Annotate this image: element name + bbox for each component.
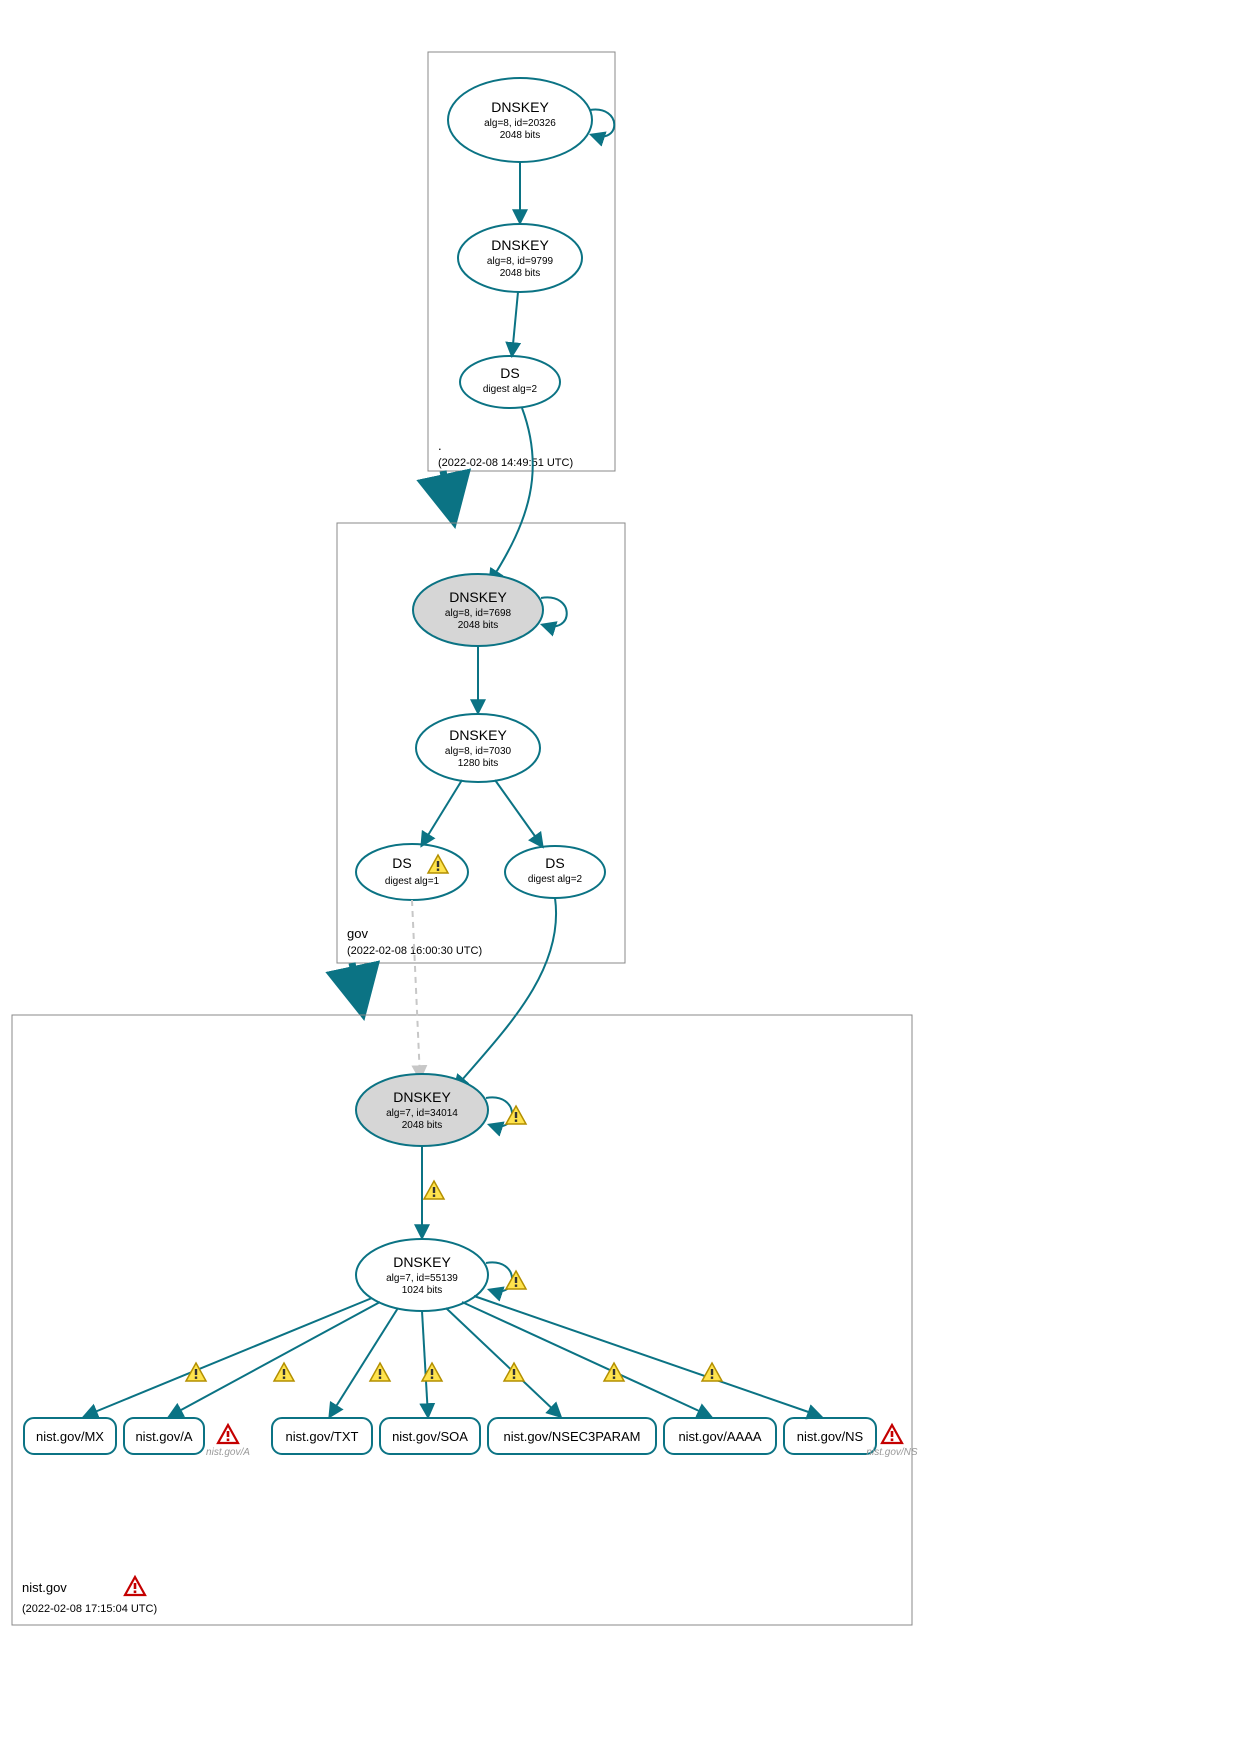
zone-gov-label: gov bbox=[347, 926, 368, 941]
svg-text:2048 bits: 2048 bits bbox=[402, 1120, 443, 1131]
node-gov-ds2[interactable]: DS digest alg=2 bbox=[505, 846, 605, 898]
svg-text:DNSKEY: DNSKEY bbox=[393, 1089, 451, 1105]
ghost-a: nist.gov/A bbox=[206, 1447, 250, 1458]
error-icon bbox=[218, 1425, 238, 1443]
svg-text:1280 bits: 1280 bits bbox=[458, 758, 499, 769]
leaf-ns[interactable]: nist.gov/NS bbox=[784, 1418, 876, 1454]
zone-nist: nist.gov (2022-02-08 17:15:04 UTC) DNSKE… bbox=[12, 898, 918, 1625]
svg-text:DS: DS bbox=[545, 855, 564, 871]
svg-text:DNSKEY: DNSKEY bbox=[491, 99, 549, 115]
leaf-nsec3param[interactable]: nist.gov/NSEC3PARAM bbox=[488, 1418, 656, 1454]
node-gov-zsk[interactable]: DNSKEY alg=8, id=7030 1280 bits bbox=[416, 714, 540, 782]
edge-gov-ds1-to-nist-ksk-insecure bbox=[412, 900, 420, 1078]
edge-gov-zsk-ds1 bbox=[422, 780, 462, 845]
svg-text:alg=7, id=34014: alg=7, id=34014 bbox=[386, 1108, 458, 1119]
leaf-soa[interactable]: nist.gov/SOA bbox=[380, 1418, 480, 1454]
edge-zsk-mx bbox=[85, 1298, 372, 1416]
zone-nist-time: (2022-02-08 17:15:04 UTC) bbox=[22, 1603, 157, 1615]
zone-root-label: . bbox=[438, 438, 442, 453]
node-root-ds[interactable]: DS digest alg=2 bbox=[460, 356, 560, 408]
ghost-ns: nist.gov/NS bbox=[866, 1447, 917, 1458]
node-nist-ksk[interactable]: DNSKEY alg=7, id=34014 2048 bits bbox=[356, 1074, 488, 1146]
svg-text:DS: DS bbox=[500, 365, 519, 381]
svg-text:DS: DS bbox=[392, 855, 411, 871]
svg-text:digest alg=2: digest alg=2 bbox=[528, 874, 583, 885]
warning-icon bbox=[702, 1363, 722, 1381]
svg-text:alg=8, id=9799: alg=8, id=9799 bbox=[487, 256, 554, 267]
warning-icon bbox=[506, 1271, 526, 1289]
svg-text:DNSKEY: DNSKEY bbox=[449, 589, 507, 605]
node-root-ksk[interactable]: DNSKEY alg=8, id=20326 2048 bits bbox=[448, 78, 592, 162]
edge-zsk-ns bbox=[474, 1296, 820, 1416]
node-nist-zsk[interactable]: DNSKEY alg=7, id=55139 1024 bits bbox=[356, 1239, 488, 1311]
error-icon bbox=[125, 1577, 145, 1595]
svg-text:alg=8, id=7030: alg=8, id=7030 bbox=[445, 746, 512, 757]
svg-text:alg=8, id=7698: alg=8, id=7698 bbox=[445, 608, 512, 619]
svg-text:nist.gov/A: nist.gov/A bbox=[135, 1429, 192, 1444]
svg-text:alg=8, id=20326: alg=8, id=20326 bbox=[484, 118, 556, 129]
svg-text:nist.gov/NS: nist.gov/NS bbox=[797, 1429, 864, 1444]
svg-text:DNSKEY: DNSKEY bbox=[449, 727, 507, 743]
warning-icon bbox=[370, 1363, 390, 1381]
svg-text:nist.gov/MX: nist.gov/MX bbox=[36, 1429, 104, 1444]
edge-root-zsk-ds bbox=[512, 292, 518, 355]
edge-zsk-a bbox=[170, 1302, 380, 1416]
svg-text:nist.gov/NSEC3PARAM: nist.gov/NSEC3PARAM bbox=[503, 1429, 640, 1444]
svg-text:alg=7, id=55139: alg=7, id=55139 bbox=[386, 1273, 458, 1284]
warning-icon bbox=[506, 1106, 526, 1124]
leaf-mx[interactable]: nist.gov/MX bbox=[24, 1418, 116, 1454]
svg-text:2048 bits: 2048 bits bbox=[500, 268, 541, 279]
zone-gov: gov (2022-02-08 16:00:30 UTC) DNSKEY alg… bbox=[337, 408, 625, 963]
svg-text:DNSKEY: DNSKEY bbox=[491, 237, 549, 253]
edge-root-ds-to-gov-ksk bbox=[490, 408, 533, 582]
node-root-zsk[interactable]: DNSKEY alg=8, id=9799 2048 bits bbox=[458, 224, 582, 292]
svg-text:nist.gov/TXT: nist.gov/TXT bbox=[286, 1429, 359, 1444]
zone-root: . (2022-02-08 14:49:51 UTC) DNSKEY alg=8… bbox=[428, 52, 615, 471]
edge-gov-ds2-to-nist-ksk bbox=[455, 898, 556, 1088]
edge-root-ksk-self bbox=[590, 110, 614, 137]
edge-gov-zsk-ds2 bbox=[495, 780, 542, 846]
svg-text:2048 bits: 2048 bits bbox=[500, 130, 541, 141]
edge-zone-gov-to-nist bbox=[352, 963, 362, 1010]
svg-text:2048 bits: 2048 bits bbox=[458, 620, 499, 631]
svg-text:DNSKEY: DNSKEY bbox=[393, 1254, 451, 1270]
warning-icon bbox=[186, 1363, 206, 1381]
node-gov-ds1[interactable]: DS digest alg=1 bbox=[356, 844, 468, 900]
svg-text:digest alg=1: digest alg=1 bbox=[385, 876, 440, 887]
edge-zsk-nsec bbox=[446, 1308, 560, 1416]
svg-text:1024 bits: 1024 bits bbox=[402, 1285, 443, 1296]
leaf-txt[interactable]: nist.gov/TXT bbox=[272, 1418, 372, 1454]
warning-icon bbox=[274, 1363, 294, 1381]
warning-icon bbox=[604, 1363, 624, 1381]
svg-text:digest alg=2: digest alg=2 bbox=[483, 384, 538, 395]
leaf-a[interactable]: nist.gov/A bbox=[124, 1418, 204, 1454]
leaf-aaaa[interactable]: nist.gov/AAAA bbox=[664, 1418, 776, 1454]
zone-nist-label: nist.gov bbox=[22, 1580, 67, 1595]
node-gov-ksk[interactable]: DNSKEY alg=8, id=7698 2048 bits bbox=[413, 574, 543, 646]
edge-zsk-soa bbox=[422, 1311, 428, 1416]
zone-root-time: (2022-02-08 14:49:51 UTC) bbox=[438, 457, 573, 469]
svg-text:nist.gov/AAAA: nist.gov/AAAA bbox=[678, 1429, 761, 1444]
svg-text:nist.gov/SOA: nist.gov/SOA bbox=[392, 1429, 468, 1444]
edge-zone-root-to-gov bbox=[443, 471, 453, 518]
warning-icon bbox=[424, 1181, 444, 1199]
error-icon bbox=[882, 1425, 902, 1443]
edge-gov-ksk-self bbox=[541, 597, 567, 626]
